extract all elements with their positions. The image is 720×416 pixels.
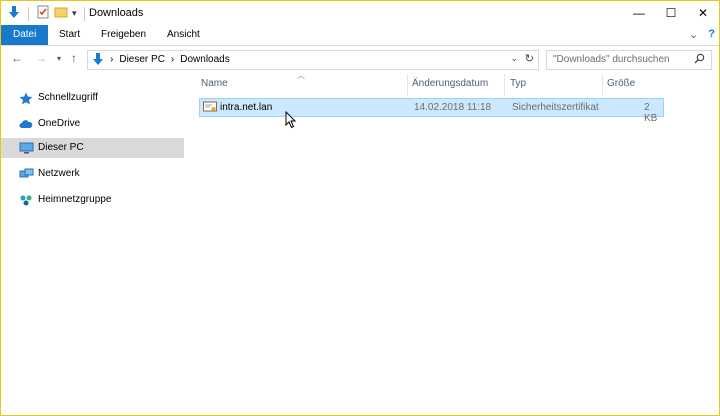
help-icon[interactable]: ? xyxy=(708,28,715,41)
ribbon-tabs: Datei Start Freigeben Ansicht ⌄ ? xyxy=(1,25,719,46)
maximize-button[interactable]: ☐ xyxy=(655,1,687,25)
new-folder-icon[interactable] xyxy=(54,5,68,22)
refresh-icon[interactable]: ↻ xyxy=(525,52,534,65)
file-size: 2 KB xyxy=(644,102,658,124)
sort-ascending-icon: ︿ xyxy=(297,71,305,80)
address-dropdown-icon[interactable]: ⌄ xyxy=(510,53,518,64)
table-row[interactable]: intra.net.lan 14.02.2018 11:18 Sicherhei… xyxy=(199,98,664,124)
nav-item-dieser-pc[interactable]: Dieser PC xyxy=(1,138,184,158)
navigation-bar: ← → ▾ ↑ › Dieser PC › Downloads ⌄ ↻ "Dow… xyxy=(1,46,719,72)
column-header-date[interactable]: Änderungsdatum xyxy=(412,78,488,89)
nav-item-onedrive[interactable]: OneDrive xyxy=(1,114,184,134)
search-icon[interactable] xyxy=(694,53,705,67)
nav-label: OneDrive xyxy=(38,118,81,129)
file-date: 14.02.2018 11:18 xyxy=(414,102,492,113)
file-type: Sicherheitszertifikat xyxy=(512,102,599,113)
crumb-separator-icon: › xyxy=(110,54,114,65)
ribbon-expand-icon[interactable]: ⌄ xyxy=(689,28,698,41)
forward-arrow-icon[interactable]: → xyxy=(35,51,47,65)
certificate-icon xyxy=(203,101,217,116)
crumb-separator-icon: › xyxy=(170,54,175,65)
properties-icon[interactable] xyxy=(36,5,50,22)
search-box[interactable]: "Downloads" durchsuchen xyxy=(546,50,712,70)
qat-divider-2 xyxy=(83,6,85,21)
nav-item-heimnetzgruppe[interactable]: Heimnetzgruppe xyxy=(1,190,184,210)
window-controls: — ☐ ✕ xyxy=(623,1,719,25)
breadcrumb: › Dieser PC › Downloads xyxy=(110,54,230,65)
crumb-dieser-pc[interactable]: Dieser PC xyxy=(119,54,165,65)
recent-locations-icon[interactable]: ▾ xyxy=(57,54,61,63)
ribbon-right-controls: ⌄ ? xyxy=(689,28,715,41)
up-arrow-icon[interactable]: ↑ xyxy=(71,51,77,65)
tab-ansicht[interactable]: Ansicht xyxy=(155,25,212,45)
qat-dropdown-icon[interactable]: ▾ xyxy=(72,8,77,19)
nav-label: Netzwerk xyxy=(38,168,80,179)
nav-label: Schnellzugriff xyxy=(38,92,98,103)
title-bar: ▾ Downloads — ☐ ✕ xyxy=(1,1,719,25)
nav-item-schnellzugriff[interactable]: Schnellzugriff xyxy=(1,88,184,108)
quick-access-toolbar: ▾ xyxy=(7,5,88,22)
homegroup-icon xyxy=(19,194,33,206)
column-header-name[interactable]: Name xyxy=(201,78,228,89)
download-arrow-icon xyxy=(7,5,21,22)
tab-datei[interactable]: Datei xyxy=(1,25,49,45)
address-bar[interactable]: › Dieser PC › Downloads ⌄ ↻ xyxy=(87,50,539,70)
column-header-type[interactable]: Typ xyxy=(510,78,526,89)
search-placeholder: "Downloads" durchsuchen xyxy=(553,54,670,65)
column-header-size[interactable]: Größe xyxy=(607,78,635,89)
network-icon xyxy=(19,168,34,180)
back-arrow-icon[interactable]: ← xyxy=(11,51,23,65)
tab-start[interactable]: Start xyxy=(47,25,92,45)
cloud-icon xyxy=(19,118,33,130)
nav-item-netzwerk[interactable]: Netzwerk xyxy=(1,164,184,184)
star-icon xyxy=(19,92,33,105)
mouse-cursor-icon xyxy=(285,110,297,132)
tab-freigeben[interactable]: Freigeben xyxy=(89,25,158,45)
explorer-window: ▾ Downloads — ☐ ✕ Datei Start Freigeben … xyxy=(0,0,720,416)
window-title: Downloads xyxy=(89,7,144,19)
crumb-downloads[interactable]: Downloads xyxy=(180,54,229,65)
column-divider[interactable] xyxy=(407,74,408,96)
qat-divider xyxy=(28,6,29,21)
file-name[interactable]: intra.net.lan xyxy=(220,102,272,113)
minimize-button[interactable]: — xyxy=(623,1,655,25)
nav-label: Heimnetzgruppe xyxy=(38,194,112,205)
navigation-pane: Schnellzugriff OneDrive Dieser PC Netzwe… xyxy=(1,72,184,415)
computer-icon xyxy=(19,142,34,154)
column-divider[interactable] xyxy=(504,74,505,96)
column-divider[interactable] xyxy=(602,74,603,96)
close-button[interactable]: ✕ xyxy=(687,1,719,25)
file-list: ︿ Name Änderungsdatum Typ Größe intra.ne… xyxy=(197,71,667,415)
nav-label: Dieser PC xyxy=(38,142,84,153)
downloads-location-icon xyxy=(92,52,104,69)
